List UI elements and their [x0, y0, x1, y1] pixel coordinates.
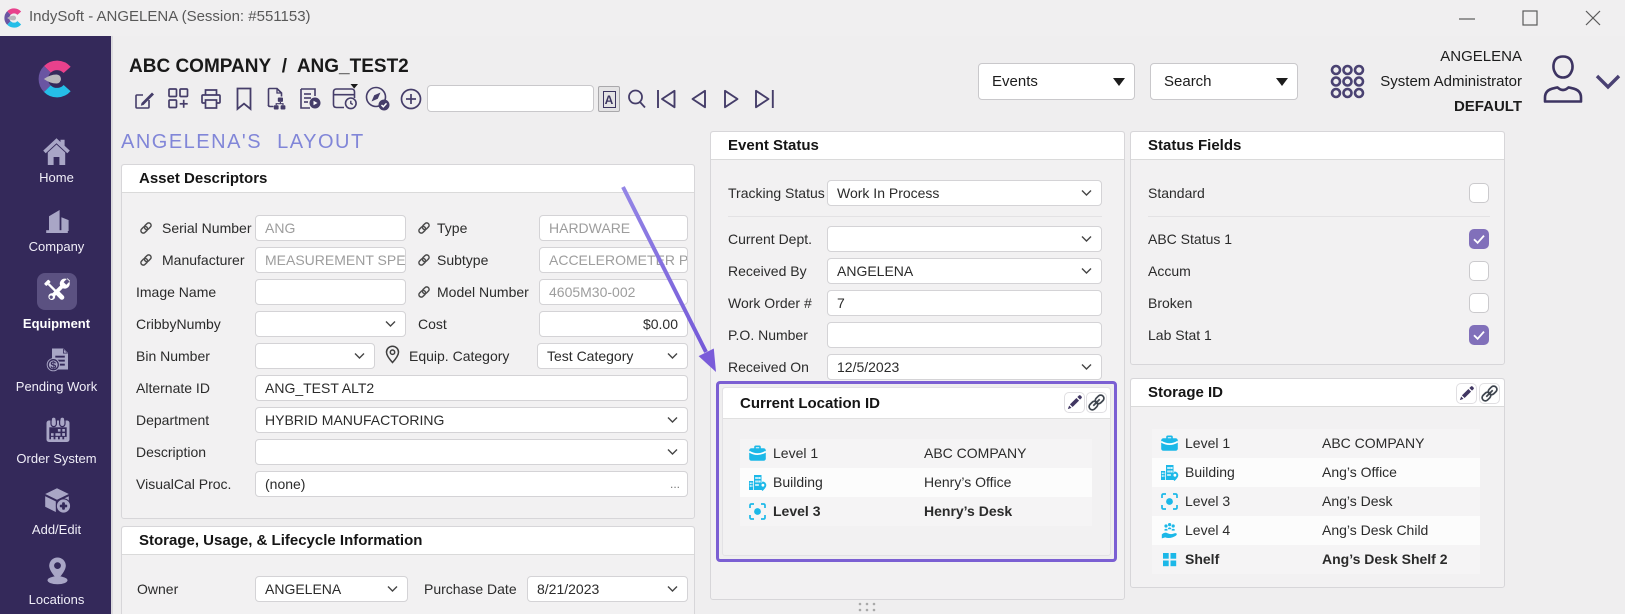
svg-text:$: $	[50, 359, 56, 371]
